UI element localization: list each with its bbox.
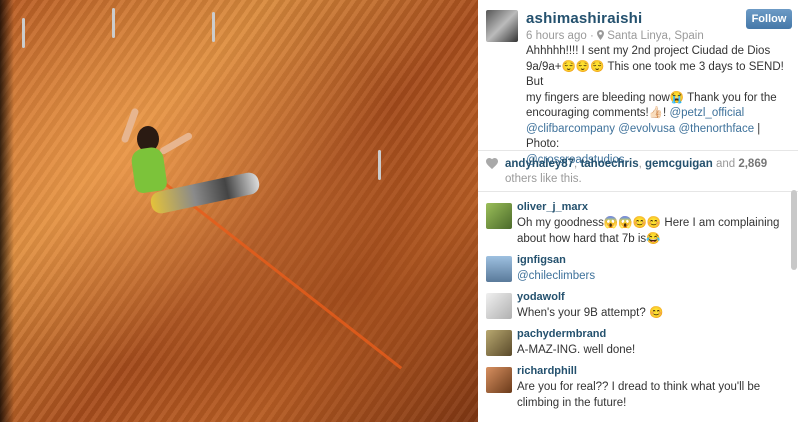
comment-item: richardphill Are you for real?? I dread … bbox=[478, 365, 798, 417]
comment-item: pachydermbrand A-MAZ-ING. well done! bbox=[478, 328, 798, 362]
comment-username[interactable]: pachydermbrand bbox=[517, 328, 606, 340]
post-side-panel: ashimashiraishi Follow 6 hours ago · San… bbox=[478, 0, 798, 422]
comment-item: ignfigsan @chileclimbers bbox=[478, 254, 798, 288]
mention-link[interactable]: @evolvusa bbox=[618, 123, 675, 135]
follow-button[interactable]: Follow bbox=[746, 9, 792, 29]
post-header: ashimashiraishi Follow 6 hours ago · San… bbox=[478, 0, 798, 166]
comment-username[interactable]: yodawolf bbox=[517, 291, 565, 303]
post-username[interactable]: ashimashiraishi bbox=[526, 10, 642, 27]
comment-text: When's your 9B attempt? 😊 bbox=[517, 307, 664, 319]
comment-avatar[interactable] bbox=[486, 293, 512, 319]
likes-text: andyhaley87, tahoechris, gemcguigan and … bbox=[505, 158, 768, 185]
likes-section: andyhaley87, tahoechris, gemcguigan and … bbox=[478, 151, 798, 192]
comment-username[interactable]: ignfigsan bbox=[517, 254, 566, 266]
meta-separator: · bbox=[589, 30, 594, 42]
quickdraw bbox=[22, 18, 25, 48]
likes-and: and bbox=[715, 158, 736, 170]
post-photo bbox=[0, 0, 478, 422]
photo-shadow-edge bbox=[0, 0, 14, 422]
comment-text: Oh my goodness😱😱😊😊 Here I am complaining… bbox=[517, 217, 780, 245]
comment-avatar[interactable] bbox=[486, 203, 512, 229]
mention-link[interactable]: @clifbarcompany bbox=[526, 123, 615, 135]
comment-username[interactable]: richardphill bbox=[517, 365, 577, 377]
post-time[interactable]: 6 hours ago bbox=[526, 30, 587, 42]
like-user[interactable]: andyhaley87 bbox=[505, 158, 574, 170]
location-pin-icon bbox=[597, 30, 607, 42]
comment-text: @chileclimbers bbox=[517, 268, 787, 284]
quickdraw bbox=[112, 8, 115, 38]
likes-others: others like this. bbox=[505, 173, 582, 185]
caption-text: encouraging comments!👍🏻! bbox=[526, 107, 670, 119]
likes-count[interactable]: 2,869 bbox=[738, 158, 767, 170]
caption-line: Ahhhhh!!!! I sent my 2nd project Ciudad … bbox=[526, 45, 771, 57]
post-meta: 6 hours ago · Santa Linya, Spain bbox=[526, 30, 704, 42]
climber-arm bbox=[158, 131, 194, 156]
like-user[interactable]: gemcguigan bbox=[645, 158, 713, 170]
comment-text: A-MAZ-ING. well done! bbox=[517, 344, 636, 356]
comment-username[interactable]: oliver_j_marx bbox=[517, 201, 588, 213]
comment-avatar[interactable] bbox=[486, 367, 512, 393]
post-caption: Ahhhhh!!!! I sent my 2nd project Ciudad … bbox=[526, 44, 788, 168]
comment-item: yodawolf When's your 9B attempt? 😊 bbox=[478, 291, 798, 325]
comments-scrollbar[interactable] bbox=[791, 190, 797, 270]
quickdraw bbox=[212, 12, 215, 42]
mention-link[interactable]: @thenorthface bbox=[678, 123, 754, 135]
comment-text: Are you for real?? I dread to think what… bbox=[517, 381, 761, 409]
caption-line: encouraging comments!👍🏻! @petzl_official bbox=[526, 106, 788, 122]
mention-link[interactable]: @chileclimbers bbox=[517, 270, 595, 282]
user-avatar[interactable] bbox=[486, 10, 518, 42]
caption-line: 9a/9a+😌😌😌 This one took me 3 days to SEN… bbox=[526, 60, 784, 89]
caption-line: my fingers are bleeding now😭 Thank you f… bbox=[526, 91, 777, 104]
quickdraw bbox=[378, 150, 381, 180]
comment-avatar[interactable] bbox=[486, 256, 512, 282]
caption-line: @clifbarcompany @evolvusa @thenorthface … bbox=[526, 122, 788, 153]
heart-icon[interactable] bbox=[486, 158, 498, 172]
comment-item: oliver_j_marx Oh my goodness😱😱😊😊 Here I … bbox=[478, 201, 798, 251]
like-user[interactable]: tahoechris bbox=[580, 158, 638, 170]
post-location[interactable]: Santa Linya, Spain bbox=[607, 30, 704, 42]
comment-avatar[interactable] bbox=[486, 330, 512, 356]
mention-link[interactable]: @petzl_official bbox=[669, 107, 744, 119]
climber-body bbox=[130, 145, 168, 195]
